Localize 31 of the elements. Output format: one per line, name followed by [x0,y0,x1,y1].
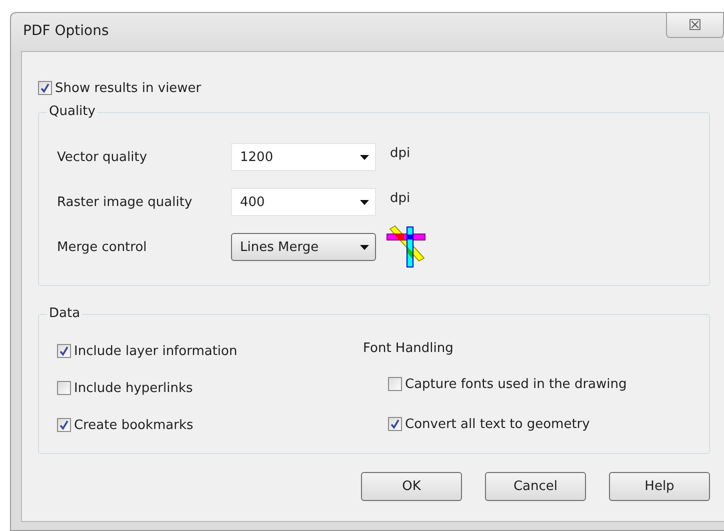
dialog-button[interactable]: Cancel [485,472,586,501]
checkbox-label: Include hyperlinks [74,380,193,396]
dialog-button[interactable]: Help [609,472,710,501]
combo-box[interactable]: 1200 [231,143,376,171]
section-heading: Font Handling [363,341,454,356]
close-button[interactable]: ☒ [666,13,724,38]
checkbox-label: Include layer information [74,344,238,358]
dropdown-caret-icon [360,200,369,204]
merge-lines-icon [384,225,428,269]
field-label: Raster image quality [57,194,194,210]
checkbox[interactable] [57,344,71,358]
dialog-button[interactable]: OK [361,472,462,501]
dropdown-caret-icon [360,154,369,160]
dropdown-caret-icon [360,244,369,250]
checkbox-label: Create bookmarks [74,418,194,432]
checkbox[interactable] [388,417,402,431]
checkbox[interactable] [38,81,52,95]
unit-label: dpi [390,146,410,160]
field-label: Merge control [57,240,148,254]
dropdown[interactable]: Lines Merge [231,233,376,261]
field-label: Vector quality [57,150,148,164]
checkbox[interactable] [57,381,71,395]
checkbox-label: Convert all text to geometry [405,416,590,432]
window-title: PDF Options [23,23,109,39]
group-title: Quality [47,104,98,119]
unit-label: dpi [390,190,410,206]
checkbox-label: Show results in viewer [55,80,202,96]
checkbox[interactable] [388,377,402,391]
combo-box[interactable]: 400 [231,188,376,216]
checkbox-label: Capture fonts used in the drawing [405,376,627,392]
checkbox[interactable] [57,418,71,432]
